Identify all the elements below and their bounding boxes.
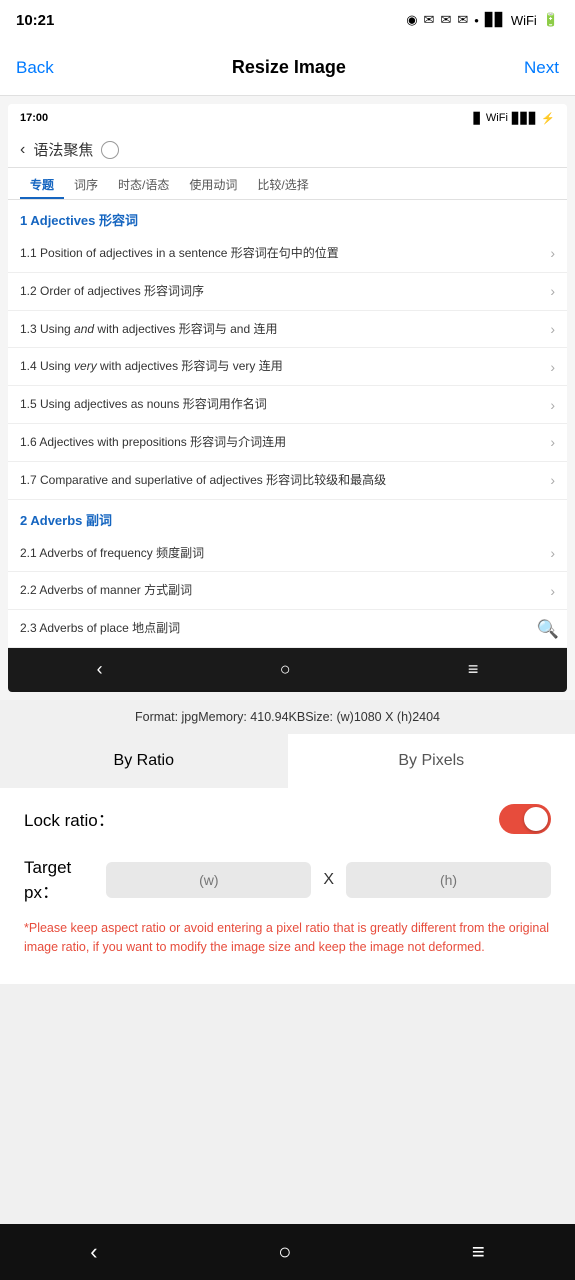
- list-item-text: 1.7 Comparative and superlative of adjec…: [20, 472, 542, 489]
- lock-ratio-toggle[interactable]: [499, 804, 551, 834]
- email-icon-1: ✉: [424, 12, 435, 28]
- section1-heading: 1 Adjectives 形容词: [8, 200, 567, 235]
- width-input[interactable]: [106, 862, 311, 898]
- top-nav: Back Resize Image Next: [0, 40, 575, 96]
- list-item-text: 1.4 Using very with adjectives 形容词与 very…: [20, 358, 542, 375]
- task-icon: ◉: [406, 12, 417, 28]
- list-item[interactable]: 1.4 Using very with adjectives 形容词与 very…: [8, 348, 567, 386]
- list-item[interactable]: 1.5 Using adjectives as nouns 形容词用作名词 ›: [8, 386, 567, 424]
- list-item[interactable]: 2.1 Adverbs of frequency 频度副词 ›: [8, 535, 567, 573]
- warning-text: *Please keep aspect ratio or avoid enter…: [24, 919, 551, 969]
- list-item-text: 1.3 Using and with adjectives 形容词与 and 连…: [20, 321, 542, 338]
- by-pixels-tab[interactable]: By Pixels: [288, 734, 575, 788]
- by-ratio-tab[interactable]: By Ratio: [0, 734, 288, 788]
- back-button[interactable]: Back: [16, 58, 54, 78]
- status-icons: ◉ ✉ ✉ ✉ • ▊▊ WiFi 🔋: [406, 12, 559, 28]
- chevron-icon: ›: [550, 472, 555, 488]
- inner-signal-icon: ▊: [473, 112, 481, 125]
- list-item-text: 1.2 Order of adjectives 形容词词序: [20, 283, 542, 300]
- tab-verbs[interactable]: 使用动词: [179, 168, 247, 199]
- inner-screen-title: 语法聚焦: [33, 139, 93, 160]
- list-item[interactable]: 2.3 Adverbs of place 地点副词 ›: [8, 610, 567, 648]
- section2-heading: 2 Adverbs 副词: [8, 500, 567, 535]
- bottom-back-button[interactable]: ‹: [90, 1239, 97, 1265]
- inner-battery-icon: ⚡: [541, 112, 555, 125]
- toggle-knob: [524, 807, 548, 831]
- inner-tabs: 专题 词序 时态/语态 使用动词 比较/选择: [8, 168, 567, 200]
- wifi-icon: WiFi: [511, 13, 537, 28]
- lock-ratio-label: Lock ratio：: [24, 806, 115, 831]
- chevron-icon: ›: [550, 359, 555, 375]
- chevron-icon: ›: [550, 545, 555, 561]
- bottom-nav: ‹ ○ ≡: [0, 1224, 575, 1280]
- chevron-icon: ›: [550, 283, 555, 299]
- search-icon[interactable]: 🔍: [537, 619, 559, 640]
- px-separator: X: [323, 871, 334, 889]
- list-item[interactable]: 1.3 Using and with adjectives 形容词与 and 连…: [8, 311, 567, 349]
- height-input[interactable]: [346, 862, 551, 898]
- inner-status-bar: 17:00 ▊ WiFi ▊▊▊ ⚡: [8, 104, 567, 132]
- list-item[interactable]: 1.6 Adjectives with prepositions 形容词与介词连…: [8, 424, 567, 462]
- email-icon-2: ✉: [440, 12, 451, 28]
- list-item[interactable]: 1.2 Order of adjectives 形容词词序 ›: [8, 273, 567, 311]
- target-px-label: Target px：: [24, 858, 94, 903]
- chevron-icon: ›: [550, 583, 555, 599]
- list-item-text: 1.6 Adjectives with prepositions 形容词与介词连…: [20, 434, 542, 451]
- bottom-menu-button[interactable]: ≡: [472, 1239, 485, 1265]
- tab-word-order[interactable]: 词序: [64, 168, 108, 199]
- inner-signal-bar: ▊▊▊: [512, 112, 537, 125]
- list-item-text: 2.2 Adverbs of manner 方式副词: [20, 582, 542, 599]
- list-item-text: 2.3 Adverbs of place 地点副词: [20, 620, 542, 637]
- format-info: Format: jpgMemory: 410.94KBSize: (w)1080…: [0, 700, 575, 734]
- section2-list: 2.1 Adverbs of frequency 频度副词 › 2.2 Adve…: [8, 535, 567, 648]
- chevron-icon: ›: [550, 321, 555, 337]
- tab-tense[interactable]: 时态/语态: [108, 168, 179, 199]
- list-item-text: 1.1 Position of adjectives in a sentence…: [20, 245, 542, 262]
- inner-top-bar: ‹ 语法聚焦: [8, 132, 567, 168]
- inner-wifi-icon: WiFi: [486, 112, 508, 124]
- chevron-icon: ›: [550, 245, 555, 261]
- battery-icon: 🔋: [543, 12, 559, 28]
- tab-selector: By Ratio By Pixels: [0, 734, 575, 788]
- inner-circle-icon: [101, 141, 119, 159]
- list-item-text: 1.5 Using adjectives as nouns 形容词用作名词: [20, 396, 542, 413]
- signal-icon: ▊▊: [485, 12, 505, 28]
- page-title: Resize Image: [232, 57, 346, 78]
- email-icon-3: ✉: [457, 12, 468, 28]
- lock-ratio-row: Lock ratio：: [24, 804, 551, 834]
- chevron-icon: ›: [550, 434, 555, 450]
- list-item[interactable]: 1.1 Position of adjectives in a sentence…: [8, 235, 567, 273]
- settings-area: Lock ratio： Target px： X *Please keep as…: [0, 788, 575, 985]
- status-bar: 10:21 ◉ ✉ ✉ ✉ • ▊▊ WiFi 🔋: [0, 0, 575, 40]
- list-item-text: 2.1 Adverbs of frequency 频度副词: [20, 545, 542, 562]
- phone-inner: 17:00 ▊ WiFi ▊▊▊ ⚡ ‹ 语法聚焦 专题 词序 时态/语态 使用…: [8, 104, 567, 692]
- dot-icon: •: [474, 13, 479, 28]
- target-px-row: Target px： X: [24, 858, 551, 903]
- tab-compare[interactable]: 比较/选择: [247, 168, 318, 199]
- inner-menu-button[interactable]: ≡: [468, 659, 479, 680]
- inner-bottom-nav: ‹ ○ ≡: [8, 648, 567, 692]
- inner-back-button[interactable]: ‹: [97, 659, 103, 680]
- list-item[interactable]: 1.7 Comparative and superlative of adjec…: [8, 462, 567, 500]
- section1-list: 1.1 Position of adjectives in a sentence…: [8, 235, 567, 500]
- tab-topics[interactable]: 专题: [20, 168, 64, 199]
- list-item[interactable]: 2.2 Adverbs of manner 方式副词 ›: [8, 572, 567, 610]
- bottom-home-button[interactable]: ○: [278, 1239, 291, 1265]
- phone-preview: 17:00 ▊ WiFi ▊▊▊ ⚡ ‹ 语法聚焦 专题 词序 时态/语态 使用…: [0, 96, 575, 700]
- inner-back-icon[interactable]: ‹: [20, 141, 25, 159]
- inner-time: 17:00: [20, 112, 48, 124]
- inner-icons: ▊ WiFi ▊▊▊ ⚡: [473, 112, 555, 125]
- inner-home-button[interactable]: ○: [280, 659, 291, 680]
- chevron-icon: ›: [550, 397, 555, 413]
- next-button[interactable]: Next: [524, 58, 559, 78]
- status-time: 10:21: [16, 12, 54, 29]
